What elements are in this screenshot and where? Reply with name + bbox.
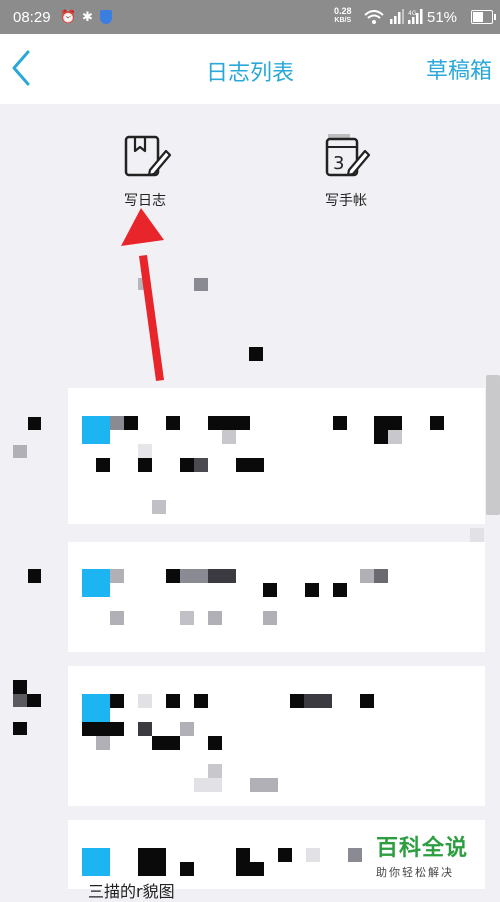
bottom-caption: 三描的r貌图 [88,882,175,901]
watermark-title: 百科全说 [376,836,469,861]
watermark: 百科全说 助你轻松解决 [376,830,496,880]
annotation-arrow [121,208,164,381]
watermark-subtitle: 助你轻松解决 [376,866,454,879]
